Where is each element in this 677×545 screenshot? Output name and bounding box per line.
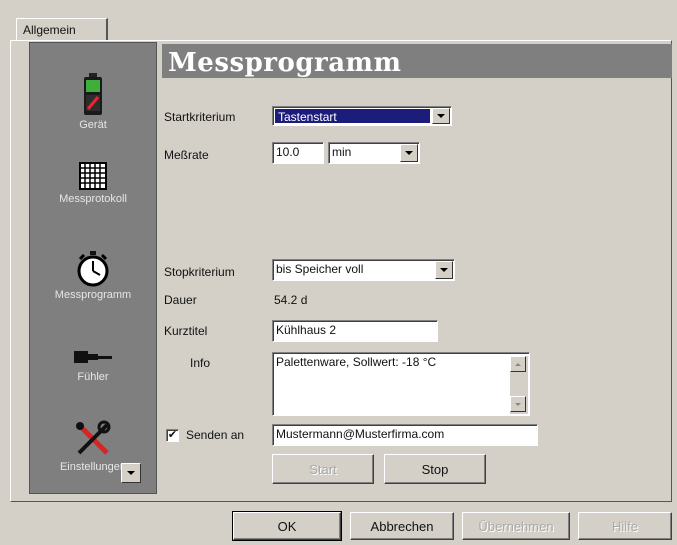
sidebar: Gerät Messprotokoll Messprogramm Fühler	[29, 42, 157, 494]
startkriterium-value: Tastenstart	[275, 109, 430, 123]
scroll-track[interactable]	[510, 372, 528, 396]
info-textarea[interactable]: Palettenware, Sollwert: -18 °C	[272, 352, 530, 416]
grid-icon	[79, 162, 107, 190]
dauer-label: Dauer	[164, 293, 197, 307]
chevron-down-icon	[440, 268, 448, 272]
apply-button[interactable]: Übernehmen	[462, 512, 570, 540]
sidebar-item-label: Messprotokoll	[59, 193, 127, 205]
page-title: Messprogramm	[162, 44, 672, 78]
stopwatch-icon	[77, 251, 109, 287]
sensor-probe-icon	[74, 351, 112, 363]
sidebar-item-messprogramm[interactable]: Messprogramm	[30, 251, 156, 301]
chevron-down-icon	[405, 151, 413, 155]
scroll-up-button[interactable]	[510, 356, 526, 372]
senden-label: Senden an	[186, 428, 245, 442]
kurztitel-input[interactable]: Kühlhaus 2	[272, 320, 438, 342]
info-scrollbar[interactable]	[510, 356, 528, 414]
startkriterium-dropdown-button[interactable]	[432, 108, 450, 124]
chevron-down-icon	[515, 402, 521, 406]
sidebar-item-fuehler[interactable]: Fühler	[30, 345, 156, 383]
chevron-down-icon	[127, 471, 135, 475]
startkriterium-label: Startkriterium	[164, 110, 236, 124]
scroll-down-button[interactable]	[510, 396, 526, 412]
start-button[interactable]: Start	[272, 454, 374, 484]
chevron-up-icon	[515, 362, 521, 366]
messrate-unit-value: min	[332, 145, 352, 159]
messrate-label: Meßrate	[164, 148, 209, 162]
sidebar-item-geraet[interactable]: Gerät	[30, 73, 156, 131]
ok-button[interactable]: OK	[232, 511, 342, 541]
senden-checkbox[interactable]: ✔	[166, 429, 179, 442]
messrate-input[interactable]: 10.0	[272, 142, 324, 164]
chevron-down-icon	[437, 114, 445, 118]
stopkriterium-dropdown-button[interactable]	[435, 261, 453, 279]
messrate-unit-dropdown-button[interactable]	[400, 144, 418, 162]
apply-button-label: Übernehmen	[478, 518, 554, 534]
help-button[interactable]: Hilfe	[578, 512, 672, 540]
sidebar-scroll-down-button[interactable]	[121, 463, 141, 483]
info-label: Info	[190, 356, 211, 370]
device-icon	[84, 73, 102, 115]
tools-icon	[76, 420, 111, 455]
tab-label: Allgemein	[23, 23, 76, 37]
cancel-button[interactable]: Abbrechen	[350, 512, 454, 540]
stop-button-label: Stop	[421, 461, 449, 477]
sidebar-item-label: Fühler	[77, 371, 109, 383]
sidebar-item-label: Messprogramm	[54, 289, 132, 301]
stopkriterium-select[interactable]: bis Speicher voll	[272, 259, 455, 281]
cancel-button-label: Abbrechen	[370, 518, 434, 534]
dauer-value: 54.2 d	[274, 293, 308, 307]
sidebar-item-label: Gerät	[79, 119, 107, 131]
stopkriterium-value: bis Speicher voll	[276, 262, 364, 276]
startkriterium-select[interactable]: Tastenstart	[272, 106, 452, 126]
senden-email-input[interactable]: Mustermann@Musterfirma.com	[272, 424, 538, 446]
start-button-label: Start	[309, 461, 337, 477]
sidebar-item-messprotokoll[interactable]: Messprotokoll	[30, 161, 156, 205]
stopkriterium-label: Stopkriterium	[164, 265, 235, 279]
ok-button-label: OK	[277, 518, 297, 534]
stop-button[interactable]: Stop	[384, 454, 486, 484]
messrate-unit-select[interactable]: min	[328, 142, 420, 164]
help-button-label: Hilfe	[611, 518, 638, 534]
kurztitel-label: Kurztitel	[164, 324, 208, 338]
tab-allgemein[interactable]: Allgemein	[16, 18, 108, 40]
